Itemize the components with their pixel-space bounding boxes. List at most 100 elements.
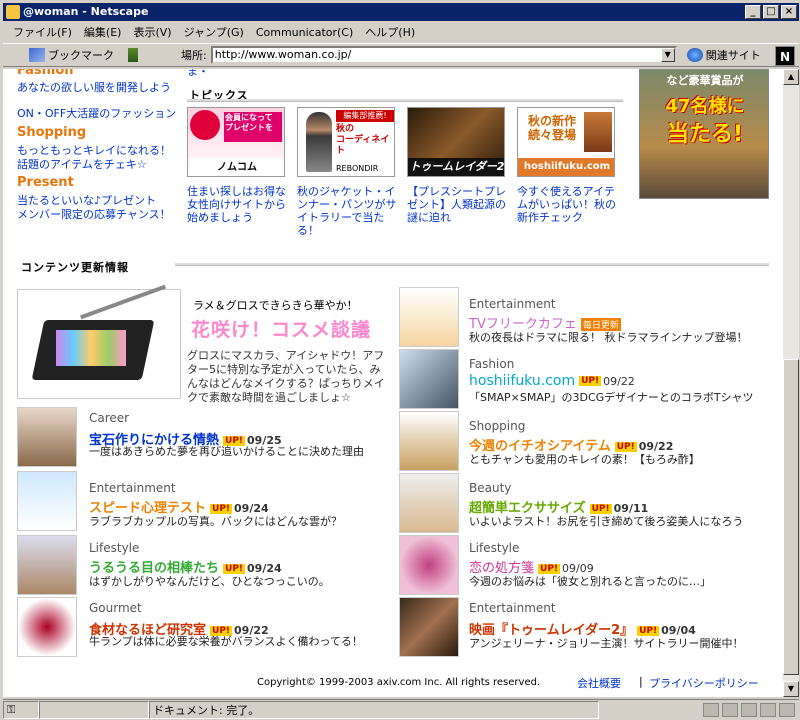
- weekly-item-description: ともチャンも愛用のキレイの素！【もろみ酢】: [469, 453, 700, 466]
- scrollbar-thumb[interactable]: [783, 359, 799, 675]
- copyright-text: Copyright© 1999-2003 axiv.com Inc. All r…: [257, 677, 541, 688]
- nav-shopping-link-1[interactable]: もっともっとキレイになれる！: [17, 144, 171, 158]
- navigator-icon[interactable]: [703, 702, 719, 717]
- topic-banner-tombraider[interactable]: トゥームレイダー2: [407, 107, 505, 177]
- gourmet-thumbnail[interactable]: [17, 597, 77, 657]
- movie-thumbnail[interactable]: [399, 597, 459, 657]
- ad-line-2: 47名様に: [665, 96, 745, 117]
- menu-go[interactable]: ジャンプ(G): [178, 24, 250, 40]
- topic-text-1[interactable]: 住まい探しはお得な女性向けサイトから始めましょう: [187, 185, 287, 224]
- pets-description: はずかしがりやなんだけど、ひとなつっこいの。: [89, 575, 330, 588]
- page-proxy-icon[interactable]: [128, 48, 138, 62]
- scroll-up-icon[interactable]: ▲: [783, 69, 799, 85]
- menu-file[interactable]: ファイル(F): [7, 24, 78, 40]
- mail-icon[interactable]: [722, 702, 738, 717]
- menu-communicator[interactable]: Communicator(C): [250, 26, 359, 39]
- menu-edit[interactable]: 編集(E): [78, 24, 128, 40]
- topic-text-4[interactable]: 今すぐ使えるアイテムがいっぱい！秋の新作チェック: [517, 185, 617, 224]
- address-book-icon[interactable]: [760, 702, 776, 717]
- topic-text-2[interactable]: 秋のジャケット・インナー・パンツがサイトラリーで当たる！: [297, 185, 397, 237]
- nav-fashion-heading[interactable]: Fashion: [17, 69, 74, 78]
- weekly-item-title[interactable]: 今週のイチオシアイテム UP! 09/22: [469, 435, 673, 454]
- gourmet-category: Gourmet: [89, 601, 142, 615]
- career-thumbnail[interactable]: [17, 407, 77, 467]
- hoshiifuku-title[interactable]: hoshiifuku.com UP! 09/22: [469, 373, 635, 389]
- exercise-title[interactable]: 超簡単エクササイズ UP! 09/11: [469, 497, 648, 516]
- ad-line-1: など豪華賞品が: [666, 74, 744, 87]
- bookmark-icon: [29, 48, 45, 62]
- maximize-button[interactable]: □: [763, 5, 779, 19]
- love-advice-date: 09/09: [562, 562, 594, 575]
- psych-test-title[interactable]: スピード心理テスト UP! 09/24: [89, 497, 269, 516]
- tv-cafe-thumbnail[interactable]: [399, 287, 459, 347]
- globe-icon: [686, 48, 703, 62]
- feature-headline[interactable]: 花咲け！コスメ談議: [191, 315, 371, 342]
- hoshiifuku-thumbnail[interactable]: [399, 349, 459, 409]
- pets-title[interactable]: うるうる目の相棒たち UP! 09/24: [89, 557, 282, 576]
- lifestyle-thumbnail[interactable]: [17, 535, 77, 595]
- up-badge: UP!: [223, 435, 246, 446]
- movie-category: Entertainment: [469, 601, 556, 615]
- scroll-down-icon[interactable]: ▼: [783, 681, 799, 697]
- love-thumbnail[interactable]: [399, 535, 459, 595]
- prize-ad-banner[interactable]: など豪華賞品が 47名様に 当たる!: [639, 69, 769, 199]
- status-text: ドキュメント: 完了。: [149, 700, 599, 719]
- tv-cafe-title-text: TVフリークカフェ: [469, 317, 577, 332]
- food-lab-description: 牛ランプは体に必要な栄養がバランスよく備わってる！: [89, 635, 363, 648]
- url-value: http://www.woman.co.jp/: [214, 48, 352, 61]
- component-bar: [703, 702, 799, 717]
- exercise-date: 09/11: [613, 502, 649, 515]
- minimize-button[interactable]: _: [745, 5, 761, 19]
- nav-present-link-2[interactable]: メンバー限定の応募チャンス！: [17, 208, 175, 222]
- up-badge: UP!: [637, 625, 660, 636]
- hoshiifuku-description: 「SMAP×SMAP」の3DCGデザイナーとのコラボTシャツ: [469, 391, 754, 404]
- window-title: @woman - Netscape: [23, 5, 149, 18]
- career-description: 一度はあきらめた夢を再び追いかけることに決めた理由: [89, 445, 364, 458]
- beauty-thumbnail[interactable]: [399, 473, 459, 533]
- tv-cafe-title[interactable]: TVフリークカフェ 毎日更新: [469, 313, 621, 332]
- url-input[interactable]: http://www.woman.co.jp/ ▼: [210, 46, 677, 64]
- footer-separator: |: [639, 675, 643, 688]
- privacy-policy-link[interactable]: プライバシーポリシー: [649, 675, 759, 691]
- shopping-thumbnail[interactable]: [399, 411, 459, 471]
- nav-shopping-heading[interactable]: Shopping: [17, 125, 86, 140]
- cosme-feature-image[interactable]: [17, 284, 181, 399]
- topics-divider: [187, 99, 623, 102]
- url-history-dropdown-icon[interactable]: ▼: [660, 48, 675, 62]
- bookmarks-label: ブックマーク: [48, 49, 114, 62]
- movie-title[interactable]: 映画『トゥームレイダー2』 UP! 09/04: [469, 619, 696, 638]
- up-badge: UP!: [210, 625, 233, 636]
- nav-present-heading[interactable]: Present: [17, 175, 74, 190]
- up-badge: UP!: [538, 563, 561, 574]
- beauty-category: Beauty: [469, 481, 512, 495]
- entertainment-thumbnail[interactable]: [17, 471, 77, 531]
- browser-window: @woman - Netscape _ □ × ファイル(F) 編集(E) 表示…: [0, 0, 800, 720]
- up-badge: UP!: [579, 376, 602, 386]
- feature-tagline: ラメ＆グロスできらきら華やか！: [193, 299, 358, 312]
- company-info-link[interactable]: 会社概要: [577, 675, 621, 691]
- entertainment-category: Entertainment: [89, 481, 176, 495]
- topic-banner-hoshiifuku[interactable]: 秋の新作 続々登場 hoshiifuku.com: [517, 107, 615, 177]
- security-lock-icon[interactable]: ⚿: [3, 700, 39, 719]
- vertical-scrollbar[interactable]: ▲ ▼: [783, 69, 799, 697]
- nav-shopping-link-2[interactable]: 話題のアイテムをチェキ☆: [17, 158, 147, 172]
- topic-banner-nomucom[interactable]: 会員になって プレゼントを ノムコム: [187, 107, 285, 177]
- related-sites-button[interactable]: 関連サイト: [686, 47, 761, 63]
- menu-view[interactable]: 表示(V): [127, 24, 177, 40]
- ad-line-3: 当たる!: [666, 122, 744, 147]
- topic-text-3[interactable]: 【プレスシートプレゼント】人類起源の謎に迫れ: [407, 185, 507, 224]
- love-advice-title[interactable]: 恋の処方箋 UP! 09/09: [469, 557, 594, 576]
- bookmarks-button[interactable]: ブックマーク: [29, 47, 114, 63]
- nav-fashion-link-2[interactable]: ON・OFF大活躍のファッション: [17, 107, 176, 121]
- topic-banner-rebondir[interactable]: 編集部推薦! 秋の コーディネイト REBONDIR: [297, 107, 395, 177]
- close-button[interactable]: ×: [781, 5, 797, 19]
- nav-present-link-1[interactable]: 当たるといいな♪プレゼント: [17, 194, 156, 208]
- exercise-title-text: 超簡単エクササイズ: [469, 501, 586, 516]
- composer-icon[interactable]: [741, 702, 757, 717]
- pets-date: 09/24: [247, 562, 282, 575]
- menu-help[interactable]: ヘルプ(H): [359, 24, 421, 40]
- composer-edit-icon[interactable]: [779, 702, 795, 717]
- updates-title-text: コンテンツ更新情報: [21, 261, 129, 274]
- status-bar: ⚿ ドキュメント: 完了。: [3, 699, 799, 719]
- nav-fashion-link-1[interactable]: あなたの欲しい服を開発しよう: [17, 81, 171, 95]
